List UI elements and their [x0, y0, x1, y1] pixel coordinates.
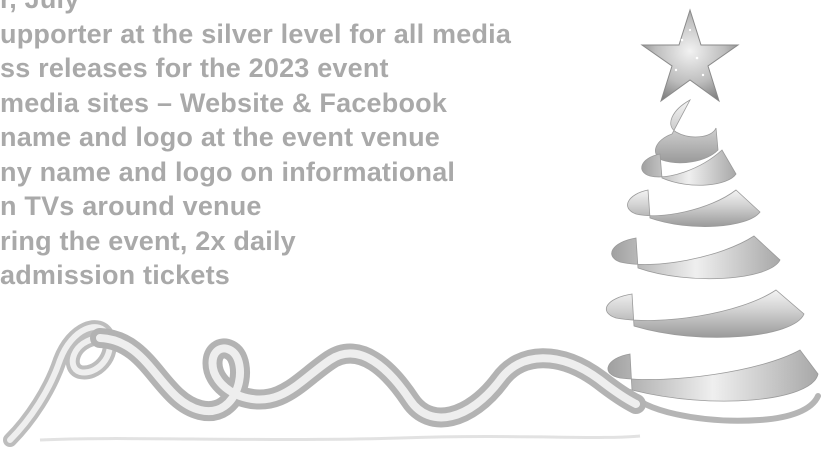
ribbon-curl: [3, 320, 646, 447]
silver-ribbon-artwork: [3, 8, 821, 447]
ribbon-tree: [605, 98, 821, 424]
slide-canvas: r, July upporter at the silver level for…: [0, 0, 823, 449]
star-icon: [640, 8, 740, 103]
